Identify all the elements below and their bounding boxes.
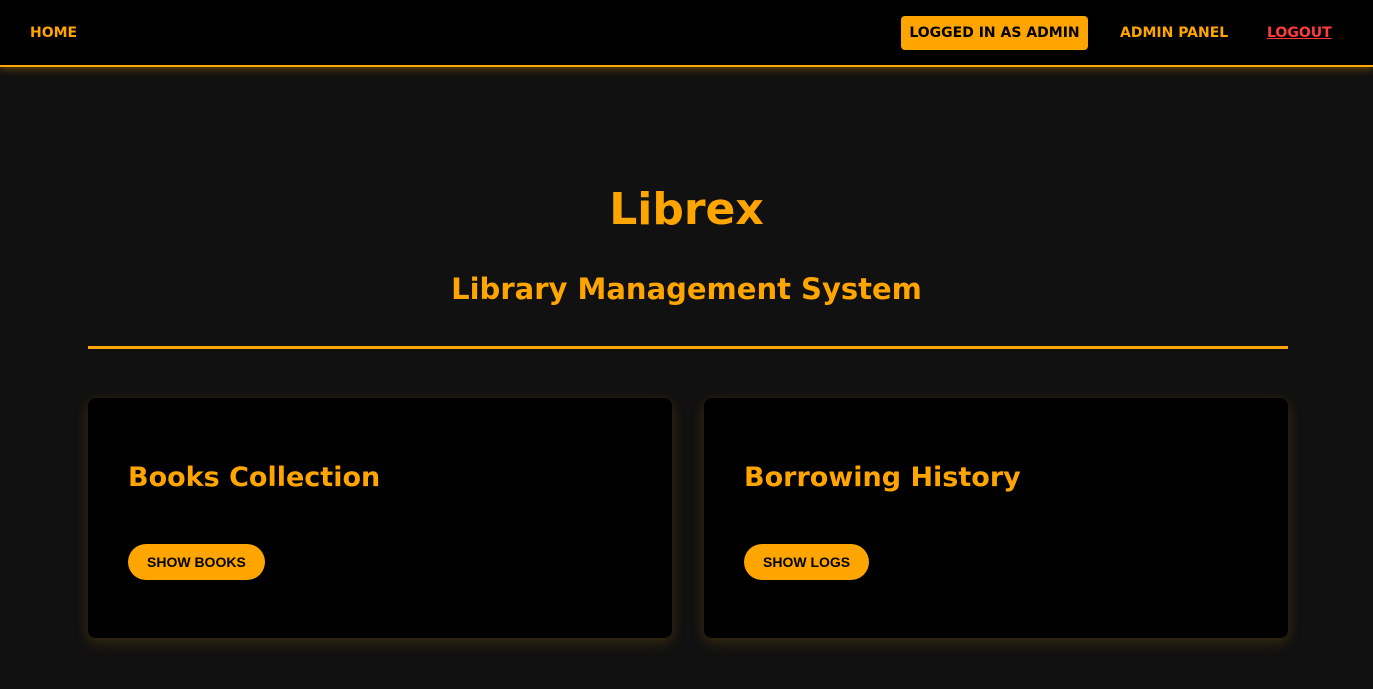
books-collection-card: Books Collection SHOW BOOKS: [88, 398, 672, 638]
nav-admin-panel-link[interactable]: ADMIN PANEL: [1120, 24, 1228, 42]
card-title-books-collection: Books Collection: [128, 462, 381, 493]
nav-home-link[interactable]: HOME: [30, 24, 77, 42]
top-navbar: HOME LOGGED IN AS ADMIN ADMIN PANEL LOGO…: [0, 0, 1373, 67]
card-title-borrowing-history: Borrowing History: [744, 462, 1021, 493]
show-logs-button[interactable]: SHOW LOGS: [744, 544, 870, 580]
page-subtitle: Library Management System: [451, 272, 922, 306]
nav-logout-link[interactable]: LOGOUT: [1267, 24, 1332, 42]
borrowing-history-card: Borrowing History SHOW LOGS: [704, 398, 1288, 638]
logged-in-status-badge: LOGGED IN AS ADMIN: [901, 16, 1088, 50]
show-books-button[interactable]: SHOW BOOKS: [128, 544, 265, 580]
page-title: Librex: [609, 184, 764, 235]
section-divider: [88, 346, 1288, 349]
